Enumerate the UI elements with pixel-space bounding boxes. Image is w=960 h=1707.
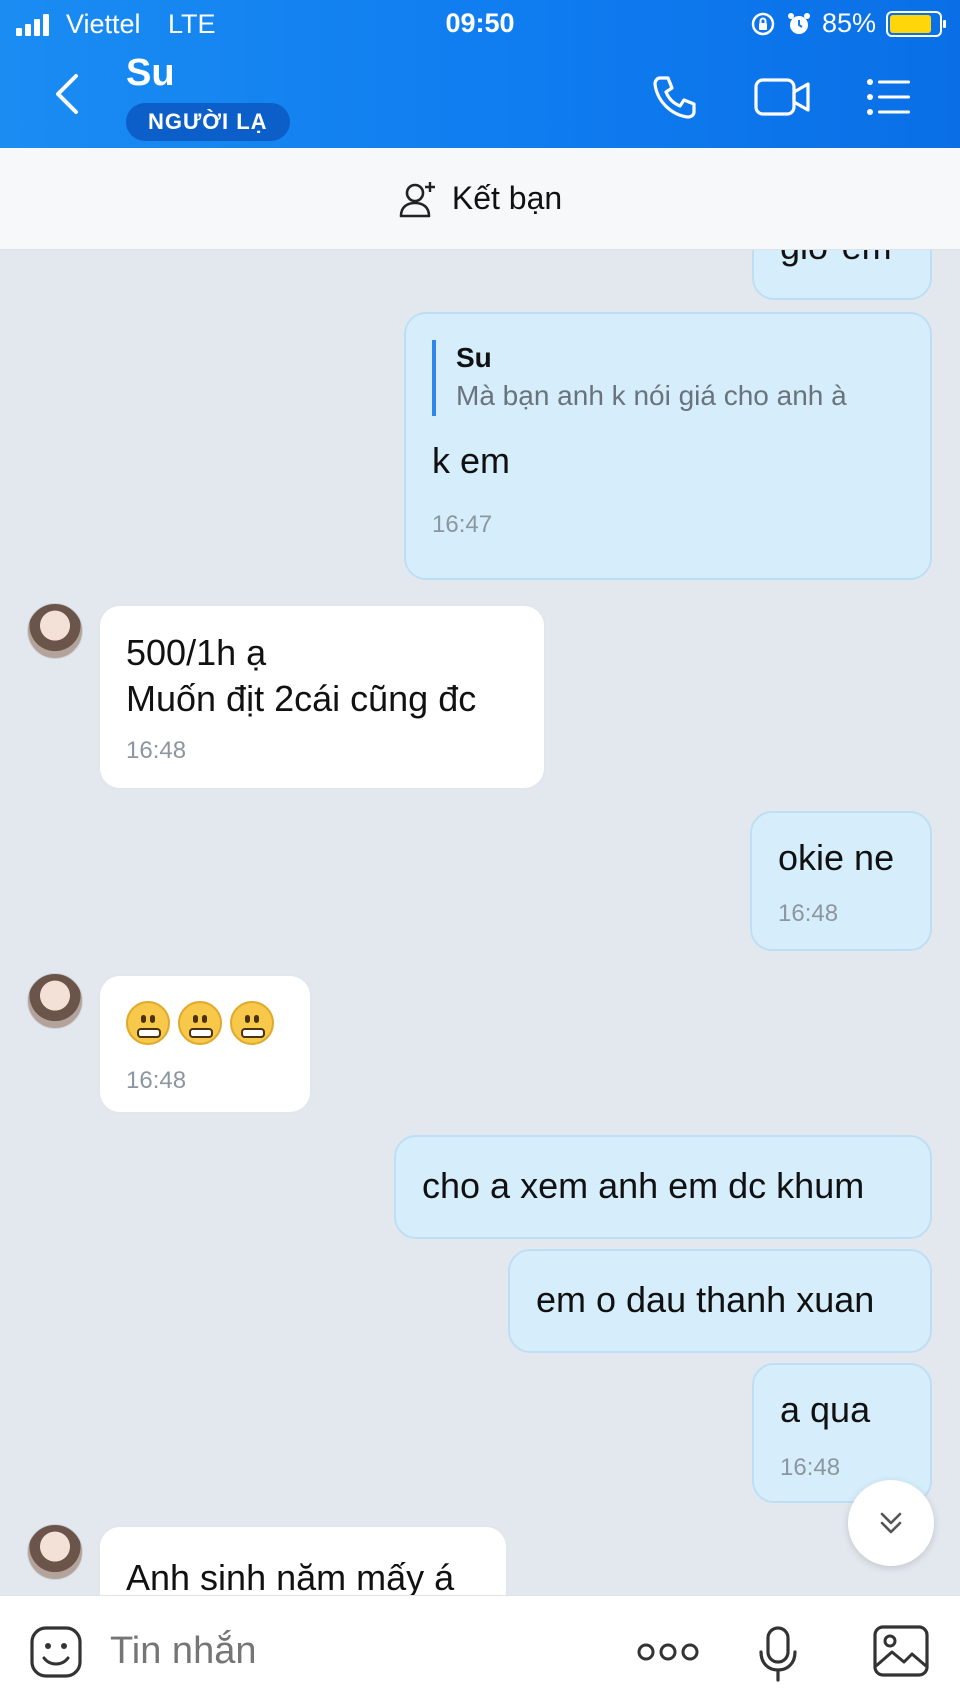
message-time: 16:47 — [432, 511, 493, 538]
message-text-line: 500/1h ạ — [126, 632, 267, 673]
quoted-message[interactable]: Su Mà bạn anh k nói giá cho anh à — [432, 340, 904, 416]
message-bubble-outgoing[interactable]: em o dau thanh xuan — [508, 1249, 932, 1353]
message-text: a qua — [780, 1389, 871, 1430]
scroll-to-bottom-button[interactable] — [848, 1480, 934, 1566]
alarm-icon — [787, 12, 810, 34]
message-bubble-incoming[interactable]: 16:48 — [98, 974, 312, 1114]
message-bubble-incoming[interactable]: 500/1h ạ Muốn địt 2cái cũng đc 16:48 — [98, 604, 546, 790]
top-bar: Viettel LTE 09:50 85% Su NGƯỜI LẠ — [0, 0, 960, 148]
chevron-left-icon[interactable] — [48, 72, 88, 116]
message-time: 16:48 — [126, 737, 187, 764]
add-friend-icon — [399, 181, 435, 217]
stranger-badge: NGƯỜI LẠ — [126, 103, 290, 141]
grimacing-face-emoji — [178, 1001, 222, 1046]
emoji-row — [126, 998, 284, 1046]
grimacing-face-emoji — [230, 1001, 274, 1046]
menu-list-icon[interactable] — [864, 72, 914, 122]
phone-icon[interactable] — [650, 72, 700, 122]
quoted-sender: Su — [456, 342, 492, 373]
message-input[interactable] — [110, 1630, 510, 1673]
message-time: 16:48 — [778, 900, 839, 927]
quoted-text: Mà bạn anh k nói giá cho anh à — [456, 380, 847, 411]
sticker-icon[interactable] — [28, 1624, 84, 1680]
orientation-lock-icon — [751, 12, 775, 35]
image-icon[interactable] — [872, 1624, 930, 1678]
message-text: giờ em — [780, 250, 892, 267]
add-friend-label: Kết bạn — [451, 180, 563, 216]
more-options-icon[interactable] — [636, 1636, 700, 1668]
microphone-icon[interactable] — [756, 1624, 800, 1684]
message-text-line: Muốn địt 2cái cũng đc — [126, 678, 477, 719]
message-list[interactable]: giờ em Su Mà bạn anh k nói giá cho anh à… — [0, 250, 960, 1595]
grimacing-face-emoji — [126, 1001, 170, 1046]
message-text: okie ne — [778, 837, 895, 878]
status-bar: Viettel LTE 09:50 85% — [0, 0, 960, 48]
battery-percent: 85% — [821, 8, 876, 38]
battery-icon — [886, 10, 946, 37]
message-bubble-outgoing[interactable]: giờ em — [752, 250, 932, 300]
message-text: Anh sinh năm mấy á — [126, 1557, 455, 1595]
message-bubble-incoming[interactable]: Anh sinh năm mấy á — [98, 1525, 508, 1595]
double-chevron-down-icon — [880, 1512, 902, 1534]
message-bubble-outgoing[interactable]: okie ne 16:48 — [750, 811, 932, 951]
add-friend-bar[interactable]: Kết bạn — [0, 148, 960, 250]
message-time: 16:48 — [126, 1067, 187, 1094]
avatar[interactable] — [27, 1524, 83, 1580]
message-text: em o dau thanh xuan — [536, 1279, 875, 1320]
contact-name[interactable]: Su — [126, 52, 175, 95]
message-text: k em — [432, 440, 511, 481]
message-bubble-outgoing[interactable]: Su Mà bạn anh k nói giá cho anh à k em 1… — [404, 312, 932, 580]
message-text: cho a xem anh em dc khum — [422, 1165, 865, 1206]
video-call-icon[interactable] — [752, 72, 812, 122]
avatar[interactable] — [27, 973, 83, 1029]
message-bubble-outgoing[interactable]: cho a xem anh em dc khum — [394, 1135, 932, 1239]
avatar[interactable] — [27, 603, 83, 659]
message-composer — [0, 1595, 960, 1707]
